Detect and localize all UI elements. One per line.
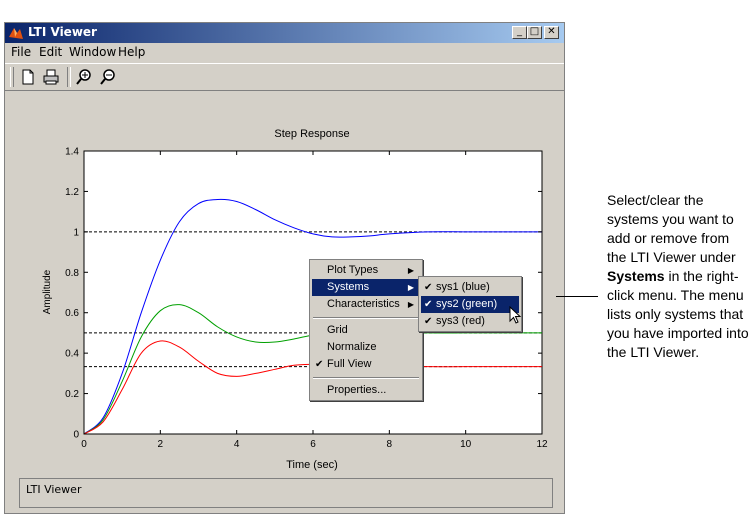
x-tick-label: 8: [387, 439, 393, 450]
close-button[interactable]: ✕: [544, 26, 559, 39]
x-tick-label: 0: [81, 439, 87, 450]
menu-separator: [313, 317, 419, 319]
matlab-logo-icon: [9, 28, 23, 39]
y-tick-label: 0.8: [65, 268, 79, 279]
check-icon: ✔: [424, 299, 433, 310]
x-tick-label: 10: [460, 439, 472, 450]
menu-bar: File Edit Window Help: [5, 43, 564, 62]
check-icon: ✔: [424, 282, 433, 293]
x-tick-label: 12: [536, 439, 548, 450]
x-tick-label: 4: [234, 439, 240, 450]
x-tick-label: 6: [310, 439, 316, 450]
systems-submenu: ✔ sys1 (blue) ✔ sys2 (green) ✔ sys3 (red): [418, 276, 522, 332]
menu-file[interactable]: File: [11, 45, 31, 59]
sys3-item[interactable]: ✔ sys3 (red): [421, 313, 519, 330]
callout-text: Select/clear the systems you want to add…: [607, 192, 749, 360]
minimize-button[interactable]: _: [512, 26, 527, 39]
ctx-item-full-view[interactable]: ✔ Full View: [312, 356, 420, 373]
sys1-item[interactable]: ✔ sys1 (blue): [421, 279, 519, 296]
menu-separator: [313, 377, 419, 379]
ctx-item-characteristics[interactable]: Characteristics ▶: [312, 296, 420, 313]
chart-title: Step Response: [274, 128, 349, 140]
callout-leader-line: [556, 296, 598, 297]
ctx-item-grid[interactable]: Grid: [312, 322, 420, 339]
ctx-item-systems[interactable]: Systems ▶: [312, 279, 420, 296]
y-tick-label: 0.6: [65, 308, 79, 319]
y-tick-label: 0.2: [65, 389, 79, 400]
print-icon[interactable]: [41, 67, 61, 87]
zoom-in-icon[interactable]: [74, 67, 94, 87]
y-tick-label: 1: [73, 227, 79, 238]
mouse-pointer-icon: [509, 306, 522, 324]
new-file-icon[interactable]: [18, 67, 38, 87]
y-tick-label: 1.4: [65, 147, 79, 158]
check-icon: ✔: [424, 316, 433, 327]
lti-viewer-window: LTI Viewer _ □ ✕ File Edit Window Help S…: [4, 22, 565, 514]
y-tick-label: 1.2: [65, 187, 79, 198]
menu-help[interactable]: Help: [118, 45, 145, 59]
maximize-button[interactable]: □: [527, 26, 542, 39]
ctx-item-normalize[interactable]: Normalize: [312, 339, 420, 356]
sys2-item[interactable]: ✔ sys2 (green): [421, 296, 519, 313]
x-tick-label: 2: [158, 439, 164, 450]
menu-window[interactable]: Window: [69, 45, 116, 59]
toolbar: [5, 63, 564, 91]
zoom-out-icon[interactable]: [98, 67, 118, 87]
title-bar[interactable]: LTI Viewer _ □ ✕: [5, 23, 564, 43]
status-panel: LTI Viewer: [19, 478, 553, 508]
menu-edit[interactable]: Edit: [39, 45, 62, 59]
ctx-item-plot-types[interactable]: Plot Types ▶: [312, 262, 420, 279]
ctx-item-properties[interactable]: Properties...: [312, 382, 420, 399]
status-text: LTI Viewer: [26, 483, 82, 496]
y-tick-label: 0.4: [65, 349, 79, 360]
check-icon: ✔: [315, 359, 324, 370]
y-axis-label: Amplitude: [42, 269, 53, 314]
context-menu: Plot Types ▶ Systems ▶ Characteristics ▶ Gr…: [309, 259, 423, 401]
window-title: LTI Viewer: [28, 25, 97, 39]
y-tick-label: 0: [73, 430, 79, 441]
x-axis-label: Time (sec): [286, 459, 338, 471]
